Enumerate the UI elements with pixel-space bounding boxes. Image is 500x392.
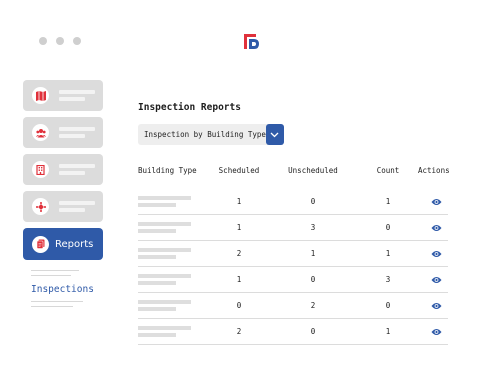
- select-value: Inspection by Building Type: [144, 130, 266, 139]
- cell-scheduled: 1: [236, 275, 242, 284]
- eye-icon[interactable]: [431, 328, 442, 336]
- view-action[interactable]: [418, 250, 448, 258]
- building-type-placeholder: [138, 274, 210, 285]
- chevron-down-icon: [270, 132, 279, 137]
- building-type-placeholder: [138, 326, 210, 337]
- eye-icon[interactable]: [431, 198, 442, 206]
- cell-count: 1: [385, 327, 391, 336]
- cell-unscheduled: 2: [310, 301, 316, 310]
- header-unscheduled[interactable]: Unscheduled: [268, 166, 358, 175]
- page-title: Inspection Reports: [138, 102, 241, 113]
- sidebar-item-label: Reports: [55, 238, 94, 250]
- divider: [31, 306, 73, 307]
- cell-scheduled: 0: [236, 301, 242, 310]
- window-dot[interactable]: [39, 37, 47, 45]
- building-type-placeholder: [138, 196, 210, 207]
- eye-icon[interactable]: [431, 250, 442, 258]
- table-body: 1 0 1 1 3 0 2 1 1 1 0 3 0 2 0 2 0 1: [138, 189, 448, 345]
- header-scheduled[interactable]: Scheduled: [210, 166, 268, 175]
- cell-unscheduled: 1: [310, 249, 316, 258]
- building-type-placeholder: [138, 300, 210, 311]
- view-action[interactable]: [418, 276, 448, 284]
- cell-count: 0: [385, 223, 391, 232]
- table-row: 1 0 3: [138, 267, 448, 293]
- sidebar-item-label-placeholder: [59, 90, 95, 101]
- divider: [31, 275, 71, 276]
- divider: [31, 270, 79, 271]
- report-type-select[interactable]: Inspection by Building Type: [138, 124, 284, 145]
- sidebar: Reports: [23, 80, 103, 266]
- cell-unscheduled: 0: [310, 197, 316, 206]
- cell-unscheduled: 0: [310, 327, 316, 336]
- table-header: Building Type Scheduled Unscheduled Coun…: [138, 163, 450, 177]
- dropdown-button[interactable]: [265, 124, 284, 145]
- cell-scheduled: 2: [236, 249, 242, 258]
- table-row: 2 1 1: [138, 241, 448, 267]
- sidebar-item-users[interactable]: [23, 117, 103, 148]
- map-icon: [32, 87, 49, 104]
- sidebar-item-reports[interactable]: Reports: [23, 228, 103, 260]
- submenu-item-inspections[interactable]: Inspections: [31, 284, 101, 295]
- reports-table: Building Type Scheduled Unscheduled Coun…: [138, 163, 450, 345]
- eye-icon[interactable]: [431, 302, 442, 310]
- cell-count: 1: [385, 249, 391, 258]
- cell-scheduled: 1: [236, 197, 242, 206]
- cell-unscheduled: 3: [310, 223, 316, 232]
- sidebar-submenu: Inspections: [31, 270, 101, 311]
- view-action[interactable]: [418, 198, 448, 206]
- sidebar-item-map[interactable]: [23, 80, 103, 111]
- cell-unscheduled: 0: [310, 275, 316, 284]
- header-actions: Actions: [418, 165, 450, 175]
- cell-count: 0: [385, 301, 391, 310]
- sidebar-item-label-placeholder: [59, 127, 95, 138]
- cell-scheduled: 2: [236, 327, 242, 336]
- eye-icon[interactable]: [431, 276, 442, 284]
- view-action[interactable]: [418, 224, 448, 232]
- table-row: 2 0 1: [138, 319, 448, 345]
- table-row: 0 2 0: [138, 293, 448, 319]
- window-dot[interactable]: [56, 37, 64, 45]
- sidebar-item-network[interactable]: [23, 191, 103, 222]
- header-building-type[interactable]: Building Type: [138, 166, 210, 175]
- table-row: 1 3 0: [138, 215, 448, 241]
- cell-scheduled: 1: [236, 223, 242, 232]
- eye-icon[interactable]: [431, 224, 442, 232]
- building-icon: [32, 161, 49, 178]
- sidebar-item-building[interactable]: [23, 154, 103, 185]
- window-controls: [39, 37, 81, 45]
- sidebar-item-label-placeholder: [59, 201, 95, 212]
- sidebar-item-label-placeholder: [59, 164, 95, 175]
- building-type-placeholder: [138, 248, 210, 259]
- cell-count: 1: [385, 197, 391, 206]
- divider: [31, 301, 83, 302]
- brand-logo-icon: [244, 34, 259, 49]
- view-action[interactable]: [418, 328, 448, 336]
- users-icon: [32, 124, 49, 141]
- header-count[interactable]: Count: [358, 166, 418, 175]
- table-row: 1 0 1: [138, 189, 448, 215]
- view-action[interactable]: [418, 302, 448, 310]
- window-dot[interactable]: [73, 37, 81, 45]
- cell-count: 3: [385, 275, 391, 284]
- report-icon: [32, 235, 49, 253]
- building-type-placeholder: [138, 222, 210, 233]
- network-icon: [32, 198, 49, 215]
